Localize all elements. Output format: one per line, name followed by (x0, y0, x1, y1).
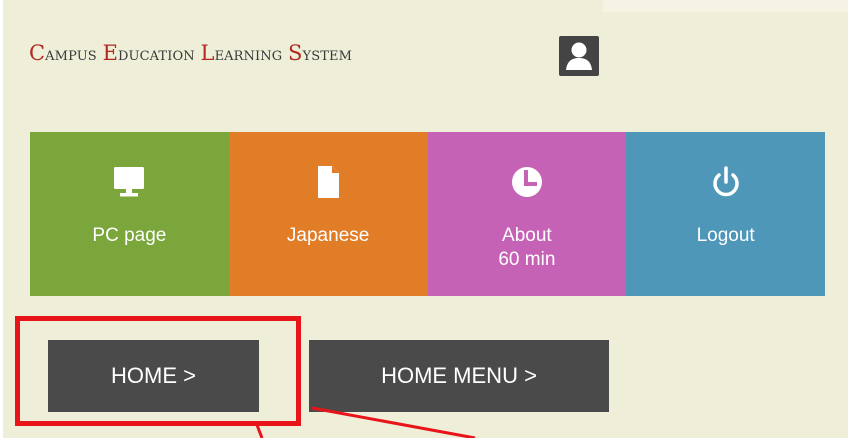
document-icon (308, 162, 348, 206)
tile-pc-page[interactable]: PC page (30, 132, 229, 296)
power-icon (706, 162, 746, 206)
home-button[interactable]: HOME > (48, 340, 259, 412)
header-tint (603, 0, 848, 12)
clock-icon (507, 162, 547, 206)
title-word-3: Learning (200, 41, 283, 65)
title-word-1: Campus (29, 41, 97, 65)
user-avatar-button[interactable] (559, 36, 599, 76)
tile-label: PC page (92, 225, 167, 246)
tile-label: Japanese (286, 225, 370, 246)
user-icon (566, 42, 592, 70)
quick-tiles: PC page Japanese About 60 min Logout (30, 132, 825, 296)
site-title: Campus Education Learning System (29, 42, 352, 66)
tile-label: Logout (696, 225, 755, 246)
monitor-icon (109, 162, 149, 206)
title-word-4: System (288, 41, 352, 65)
tile-japanese[interactable]: Japanese (228, 132, 428, 296)
page-background: Campus Education Learning System PC page (3, 0, 848, 438)
tile-about-60-min[interactable]: About 60 min (427, 132, 627, 296)
title-word-2: Education (102, 41, 195, 65)
home-menu-button[interactable]: HOME MENU > (309, 340, 609, 412)
tile-logout[interactable]: Logout (626, 132, 825, 296)
tile-label: About 60 min (498, 225, 556, 270)
